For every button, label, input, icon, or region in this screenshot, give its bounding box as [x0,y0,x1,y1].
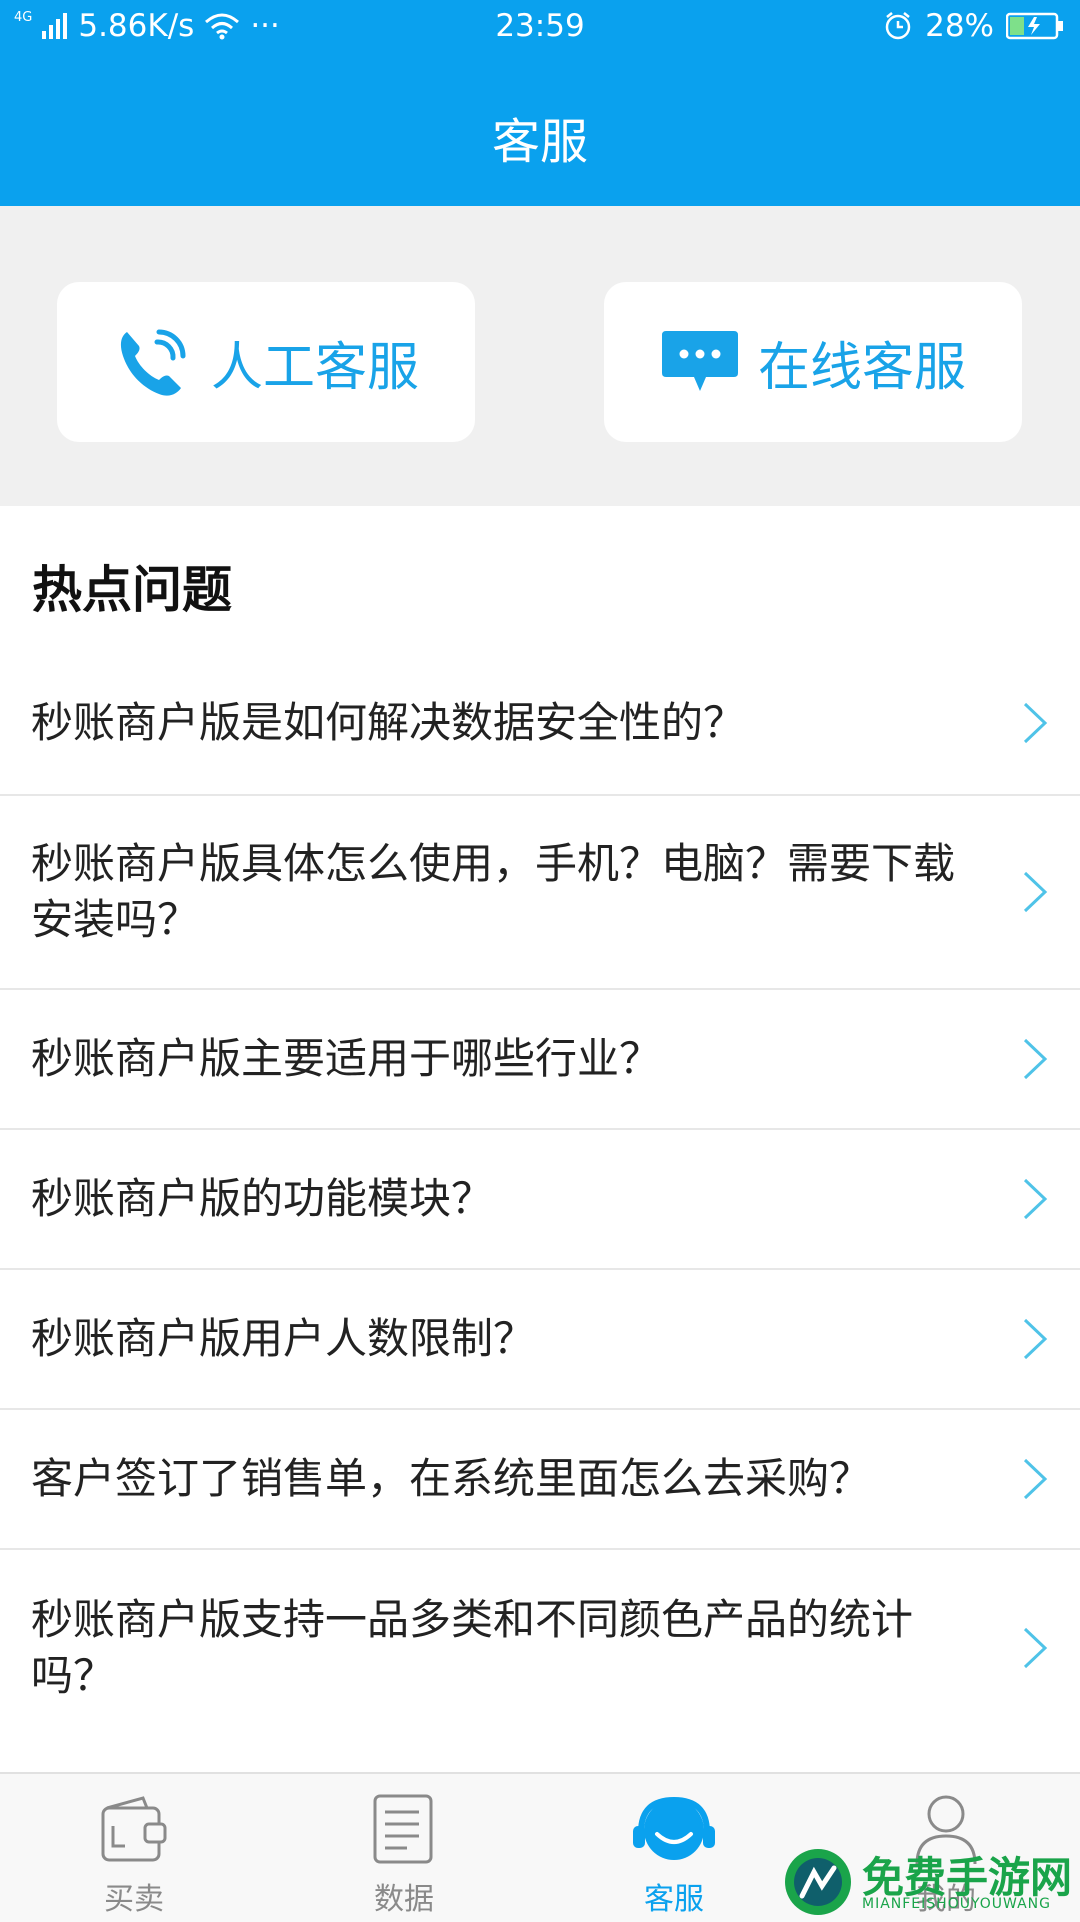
faq-list: 秒账商户版是如何解决数据安全性的？ 秒账商户版具体怎么使用，手机？电脑？需要下载… [0,652,1080,1746]
service-buttons-area: 人工客服 在线客服 [0,206,1080,506]
faq-question: 秒账商户版用户人数限制？ [31,1314,536,1363]
site-watermark: 免费手游网 MIANFEISHOUYOUWANG [782,1844,1072,1920]
chevron-right-icon [1023,871,1048,913]
phone-icon [120,329,186,396]
faq-question: 秒账商户版具体怎么使用，手机？电脑？需要下载安装吗？ [31,839,956,944]
headset-icon [633,1796,715,1860]
faq-question: 秒账商户版是如何解决数据安全性的？ [31,698,746,747]
chevron-right-icon [1023,702,1048,744]
wallet-icon [101,1796,167,1862]
chevron-right-icon [1023,1038,1048,1080]
manual-service-label: 人工客服 [210,337,419,398]
faq-item[interactable]: 秒账商户版具体怎么使用，手机？电脑？需要下载安装吗？ [0,796,1080,990]
faq-item[interactable]: 客户签订了销售单，在系统里面怎么去采购？ [0,1410,1080,1550]
chat-bubble-icon [661,331,738,391]
tab-label: 数据 [374,1882,434,1917]
tab-buy-sell[interactable]: 买卖 [64,1792,204,1918]
faq-question: 秒账商户版的功能模块？ [31,1174,494,1223]
faq-item[interactable]: 秒账商户版主要适用于哪些行业？ [0,990,1080,1130]
page-title: 客服 [491,114,588,170]
chevron-right-icon [1023,1178,1048,1220]
manual-service-button[interactable]: 人工客服 [57,282,475,442]
tab-label: 买卖 [104,1882,164,1917]
tab-label: 客服 [644,1882,704,1917]
faq-item[interactable]: 秒账商户版是如何解决数据安全性的？ [0,652,1080,796]
faq-question: 秒账商户版支持一品多类和不同颜色产品的统计吗？ [31,1595,914,1700]
hot-questions-section: 热点问题 秒账商户版是如何解决数据安全性的？ 秒账商户版具体怎么使用，手机？电脑… [0,506,1080,1772]
faq-item[interactable]: 秒账商户版用户人数限制？ [0,1270,1080,1410]
tab-customer-service[interactable]: 客服 [604,1792,744,1918]
section-title: 热点问题 [32,561,232,619]
watermark-subtitle: MIANFEISHOUYOUWANG [862,1896,1051,1912]
online-service-label: 在线客服 [757,337,966,398]
faq-item[interactable]: 秒账商户版支持一品多类和不同颜色产品的统计吗？ [0,1550,1080,1746]
chevron-right-icon [1023,1627,1048,1669]
chevron-right-icon [1023,1318,1048,1360]
battery-charging-icon [1006,12,1063,40]
chevron-right-icon [1023,1458,1048,1500]
faq-question: 客户签订了销售单，在系统里面怎么去采购？ [31,1454,872,1503]
watermark-logo-icon [785,1849,851,1915]
online-service-button[interactable]: 在线客服 [604,282,1022,442]
app-header: 客服 [0,56,1080,206]
battery-percent: 28% [925,8,994,44]
status-bar: 4G 5.86K/s ··· 23:59 28% [0,0,1080,56]
document-icon [373,1794,433,1864]
faq-question: 秒账商户版主要适用于哪些行业？ [31,1034,662,1083]
alarm-icon [885,12,911,40]
tab-data[interactable]: 数据 [334,1792,474,1918]
faq-item[interactable]: 秒账商户版的功能模块？ [0,1130,1080,1270]
